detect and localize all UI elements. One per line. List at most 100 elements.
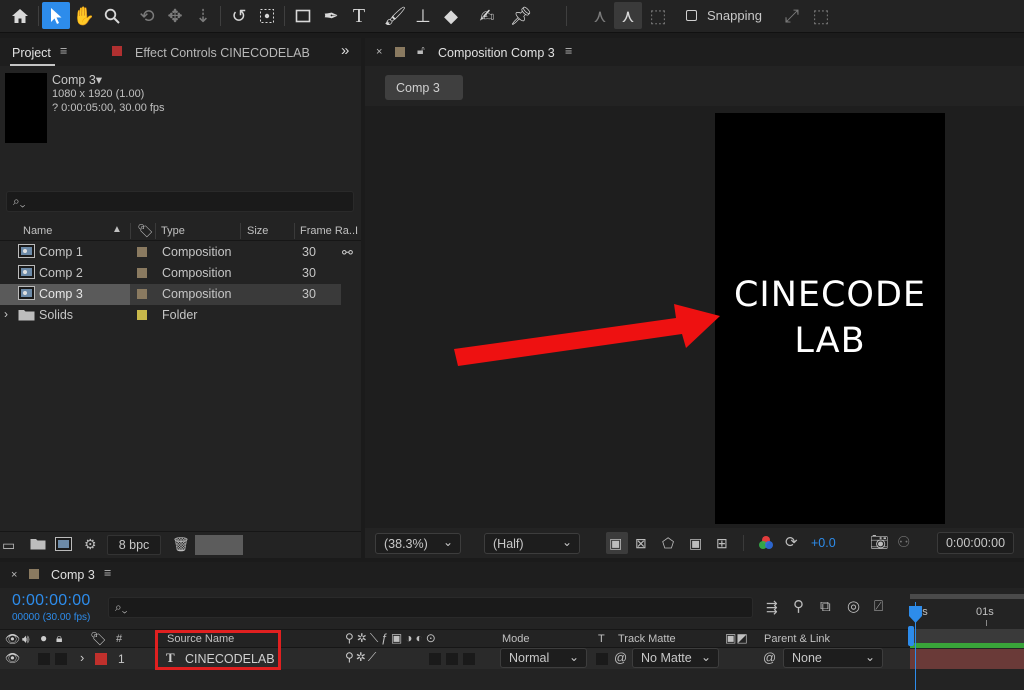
project-item-comp-3[interactable]: Comp 3 Composition 30 (0, 284, 341, 305)
lock-box[interactable] (55, 653, 67, 665)
reset-exposure-icon[interactable]: ⟳ (785, 535, 798, 550)
flowchart-icon[interactable]: ⚯ (342, 245, 353, 261)
trash-icon[interactable]: 🗑︎ (172, 537, 190, 551)
puppet-pin-tool-icon[interactable]: 📌︎ (507, 2, 535, 29)
label-swatch[interactable] (137, 247, 147, 257)
zoom-dropdown[interactable]: (38.3%) ⌄ (375, 533, 461, 554)
comp-canvas[interactable]: CINECODE LAB (715, 113, 945, 524)
column-size[interactable]: Size (247, 225, 268, 237)
region-of-interest-icon[interactable]: ▣ (689, 536, 702, 550)
solo-box[interactable] (38, 653, 50, 665)
motion-blur-icon[interactable]: ◎ (847, 599, 860, 614)
rotation-tool-icon[interactable]: ↺ (225, 2, 253, 29)
guides-icon[interactable]: ⊞ (716, 536, 728, 550)
panel-menu-icon[interactable]: ≡ (60, 44, 67, 58)
layer-visibility-icon[interactable]: 👁︎ (5, 651, 20, 665)
snapping-checkbox[interactable] (686, 10, 697, 21)
pan-camera-icon[interactable]: ✥ (161, 2, 189, 29)
switch-box[interactable] (429, 653, 441, 665)
layer-duration-bar[interactable] (910, 649, 1024, 669)
comp-tab-chip[interactable]: Comp 3 (385, 75, 463, 100)
new-composition-icon[interactable] (55, 537, 72, 553)
frame-blending-icon[interactable]: ⧉ (820, 599, 831, 614)
column-extra[interactable]: I (355, 225, 358, 237)
work-area-bar[interactable] (910, 594, 1024, 599)
snap-expand-icon[interactable]: ⤢ (778, 2, 806, 29)
pickwhip-icon[interactable]: @ (614, 650, 627, 665)
layer-switches[interactable]: ⚲✲⟋ (345, 650, 378, 665)
chevron-right-icon[interactable]: › (4, 307, 8, 321)
column-type[interactable]: Type (161, 225, 185, 237)
home-icon[interactable] (6, 2, 34, 29)
column-mode[interactable]: Mode (502, 633, 530, 645)
world-axis-icon[interactable]: ⋏ (614, 2, 642, 29)
snap-box-icon[interactable]: ⬚ (807, 2, 835, 29)
transparency-grid-icon[interactable]: ⊠ (635, 536, 647, 550)
parent-pickwhip-icon[interactable]: @ (763, 650, 776, 665)
pen-tool-icon[interactable]: ✒ (317, 2, 345, 29)
column-track-matte[interactable]: Track Matte (618, 633, 676, 645)
time-ruler[interactable]: 00s 01s (910, 592, 1024, 626)
label-swatch[interactable] (137, 289, 147, 299)
preserve-transparency-box[interactable] (596, 653, 608, 665)
sort-up-icon[interactable]: ▲ (112, 224, 122, 235)
clone-stamp-tool-icon[interactable]: ⊥ (409, 2, 437, 29)
layer-row[interactable]: 👁︎ › 1 T CINECODELAB ⚲✲⟋ Normal ⌄ @ No M… (0, 630, 910, 670)
local-axis-icon[interactable]: ⋏ (586, 2, 614, 29)
column-parent-link[interactable]: Parent & Link (764, 633, 830, 645)
column-name[interactable]: Name (23, 225, 52, 237)
chevron-right-icon[interactable]: › (80, 650, 84, 665)
audio-icon[interactable]: 🔊︎ (22, 632, 30, 647)
type-tool-icon[interactable]: T (345, 2, 373, 29)
column-frame-rate[interactable]: Frame Ra... (300, 225, 358, 237)
layer-label-swatch[interactable] (95, 653, 107, 665)
lock-icon[interactable]: 🔒︎ (56, 631, 62, 646)
graph-editor-icon[interactable]: ⍁ (874, 599, 883, 614)
orbit-camera-icon[interactable]: ⟲ (133, 2, 161, 29)
anchor-point-tool-icon[interactable] (253, 2, 281, 29)
current-time-display[interactable]: 0:00:00:00 (12, 592, 91, 610)
zoom-tool-icon[interactable] (98, 2, 126, 29)
project-settings-icon[interactable]: ⚙ (84, 537, 97, 551)
tab-composition[interactable]: Composition Comp 3 (438, 46, 555, 60)
tab-project[interactable]: Project (12, 46, 51, 60)
composition-viewer[interactable]: CINECODE LAB (365, 106, 1024, 526)
mask-path-icon[interactable]: ⬠ (662, 536, 674, 550)
selection-tool-icon[interactable] (42, 2, 70, 29)
tab-effect-controls[interactable]: Effect Controls CINECODELAB (135, 46, 310, 60)
view-axis-icon[interactable]: ⬚ (644, 2, 672, 29)
viewer-timecode[interactable]: 0:00:00:00 (937, 532, 1014, 554)
dolly-camera-icon[interactable]: ⇣ (189, 2, 217, 29)
snapshot-camera-icon[interactable]: 📷︎ (870, 535, 889, 550)
project-item-comp-1[interactable]: Comp 1 Composition 30 (0, 242, 341, 263)
solo-icon[interactable]: ● (40, 631, 47, 645)
roto-brush-tool-icon[interactable]: ✍︎ (473, 2, 501, 29)
shy-layers-icon[interactable]: ⚲ (793, 599, 804, 614)
timeline-search-input[interactable]: ⌕⌄ (108, 597, 753, 618)
parent-dropdown[interactable]: None ⌄ (783, 648, 883, 668)
close-tab-icon[interactable]: × (11, 569, 17, 581)
label-swatch[interactable] (137, 268, 147, 278)
rectangle-tool-icon[interactable] (289, 2, 317, 29)
hand-tool-icon[interactable]: ✋ (70, 2, 98, 29)
layer-name[interactable]: CINECODELAB (185, 652, 275, 666)
eraser-tool-icon[interactable]: ◆ (437, 2, 465, 29)
tab-timeline-comp[interactable]: Comp 3 (51, 568, 95, 582)
snapping-toggle[interactable]: Snapping (686, 8, 762, 23)
switch-box[interactable] (463, 653, 475, 665)
channel-icon[interactable] (758, 535, 774, 554)
expand-panels-icon[interactable]: » (341, 42, 349, 59)
new-folder-icon[interactable] (30, 537, 46, 552)
project-search-input[interactable]: ⌕⌄ (6, 191, 354, 212)
resolution-dropdown[interactable]: (Half) ⌄ (484, 533, 580, 554)
blend-mode-dropdown[interactable]: Normal ⌄ (500, 648, 587, 668)
exposure-value[interactable]: +0.0 (811, 536, 836, 550)
work-area-start-handle[interactable] (908, 626, 914, 646)
video-visibility-icon[interactable]: 👁︎ (5, 632, 20, 646)
project-item-solids[interactable]: › Solids Folder (0, 305, 341, 326)
switch-box[interactable] (446, 653, 458, 665)
panel-menu-icon[interactable]: ≡ (104, 566, 111, 580)
close-tab-icon[interactable]: × (376, 46, 382, 58)
project-item-comp-2[interactable]: Comp 2 Composition 30 (0, 263, 341, 284)
panel-menu-icon[interactable]: ≡ (565, 44, 572, 58)
